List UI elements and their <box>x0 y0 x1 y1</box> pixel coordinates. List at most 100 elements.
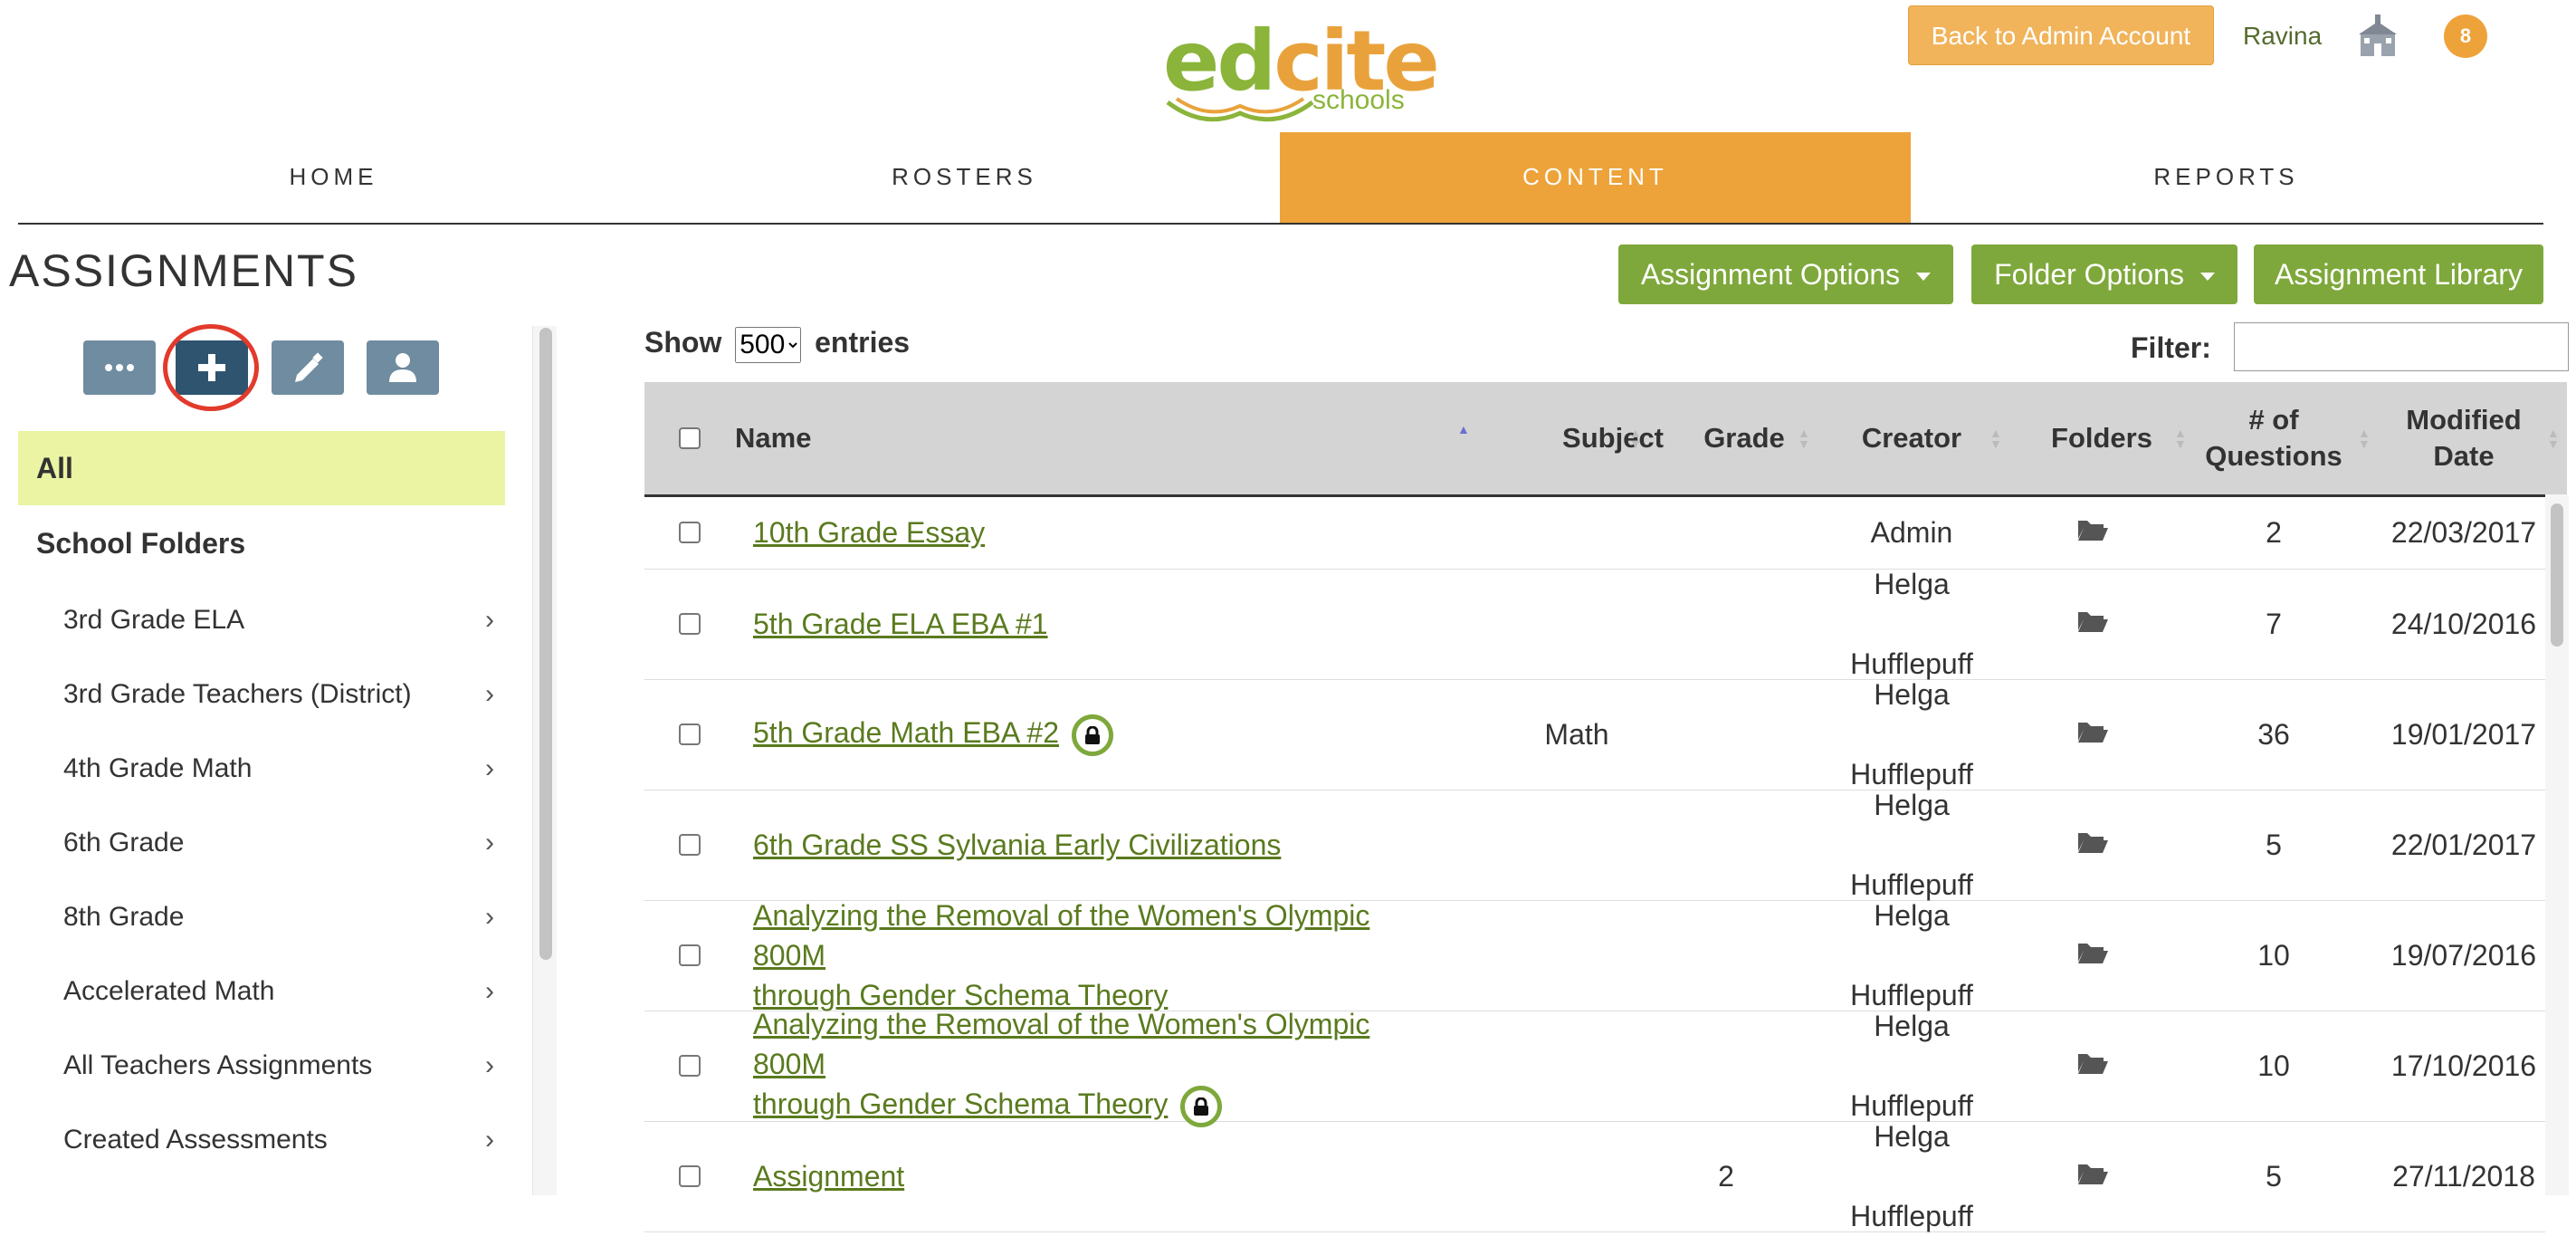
subject-cell <box>1513 900 1640 1011</box>
col-creator-label: Creator <box>1861 422 1962 454</box>
date-cell: 19/01/2017 <box>2390 718 2537 751</box>
folder-open-icon[interactable] <box>2076 1156 2109 1196</box>
folder-open-icon[interactable] <box>2076 935 2109 975</box>
assignment-link[interactable]: 5th Grade ELA EBA #1 <box>753 608 1048 640</box>
row-checkbox[interactable] <box>679 944 701 966</box>
folder-label: 8th Grade <box>63 902 185 932</box>
col-folders[interactable]: Folders <box>2029 382 2174 494</box>
name-cell: 5th Grade Math EBA #2 <box>753 679 1405 790</box>
grade-cell <box>1667 900 1785 1011</box>
col-creator[interactable]: Creator <box>1821 382 2002 494</box>
sort-icon[interactable]: ▲ ▼ <box>2547 426 2560 450</box>
folder-all[interactable]: All <box>18 431 505 505</box>
caret-down-icon <box>2199 273 2215 282</box>
filter-input[interactable] <box>2234 322 2569 371</box>
notification-badge[interactable]: 8 <box>2444 14 2487 58</box>
folder-item[interactable]: 3rd Grade Teachers (District) › <box>63 672 494 717</box>
main-nav: HOME ROSTERS CONTENT REPORTS <box>18 132 2543 225</box>
table-row[interactable]: Analyzing the Removal of the Women's Oly… <box>644 1008 2545 1127</box>
row-checkbox[interactable] <box>679 522 701 543</box>
row-select-cell <box>672 496 708 569</box>
back-to-admin-button[interactable]: Back to Admin Account <box>1908 5 2214 65</box>
logo-subtitle: schools <box>1312 85 1405 115</box>
folder-open-icon[interactable] <box>2076 513 2109 552</box>
table-row[interactable]: 5th Grade ELA EBA #1 Helga Hufflepuff 7 24/1… <box>644 568 2545 680</box>
row-checkbox[interactable] <box>679 723 701 745</box>
subject-cell <box>1513 496 1640 569</box>
folder-open-icon[interactable] <box>2076 1046 2109 1086</box>
school-icon[interactable] <box>2357 13 2399 58</box>
share-user-button[interactable] <box>367 340 439 395</box>
assignment-link[interactable]: Assignment <box>753 1160 904 1193</box>
tab-content[interactable]: CONTENT <box>1280 132 1911 223</box>
folder-label: 4th Grade Math <box>63 753 253 783</box>
chevron-right-icon: › <box>485 1125 494 1155</box>
table-row[interactable]: Assignment 2 Helga Hufflepuff 5 27/11/2018 <box>644 1120 2545 1232</box>
folder-item[interactable]: Created Assessments › <box>63 1117 494 1163</box>
tab-reports[interactable]: REPORTS <box>1911 132 2542 223</box>
col-modified[interactable]: Modified Date <box>2382 382 2545 494</box>
row-checkbox[interactable] <box>679 834 701 856</box>
edit-folder-button[interactable] <box>272 340 344 395</box>
folder-item[interactable]: 6th Grade › <box>63 820 494 866</box>
assignment-link[interactable]: 5th Grade Math EBA #2 <box>753 716 1059 749</box>
folders-cell <box>2029 569 2156 679</box>
edcite-logo[interactable]: edcite schools <box>1163 16 1440 122</box>
col-grade[interactable]: Grade <box>1685 382 1803 494</box>
assignment-link[interactable]: 10th Grade Essay <box>753 516 985 549</box>
sort-icon[interactable]: ▲ ▼ <box>1629 426 1642 450</box>
more-options-button[interactable] <box>83 340 156 395</box>
col-questions[interactable]: # of Questions <box>2192 382 2355 494</box>
col-name[interactable]: Name <box>735 382 1115 494</box>
sort-icon[interactable]: ▲ ▼ <box>1798 426 1810 450</box>
chevron-right-icon: › <box>485 753 494 783</box>
folder-open-icon[interactable] <box>2076 714 2109 754</box>
sort-icon[interactable]: ▲ ▼ <box>1989 426 2002 450</box>
assignment-link[interactable]: 6th Grade SS Sylvania Early Civilization… <box>753 829 1281 861</box>
row-checkbox[interactable] <box>679 613 701 635</box>
folder-item[interactable]: 8th Grade › <box>63 895 494 940</box>
user-name[interactable]: Ravina <box>2243 18 2322 54</box>
sort-asc-icon[interactable]: ▲ <box>1457 423 1470 436</box>
col-folders-label: Folders <box>2051 422 2152 454</box>
pencil-icon <box>295 352 323 382</box>
tab-rosters[interactable]: ROSTERS <box>649 132 1280 223</box>
assignment-link[interactable]: Analyzing the Removal of the Women's Oly… <box>753 1008 1369 1120</box>
folder-item[interactable]: 3rd Grade ELA › <box>63 598 494 643</box>
sort-icon[interactable]: ▲ ▼ <box>2174 426 2187 450</box>
questions-cell: 2 <box>2266 516 2282 549</box>
subject-cell <box>1513 569 1640 679</box>
creator-cell: Helga Hufflepuff <box>1821 568 2002 680</box>
date-cell: 24/10/2016 <box>2390 608 2537 640</box>
subject-cell <box>1513 1011 1640 1121</box>
assignment-library-button[interactable]: Assignment Library <box>2254 244 2543 304</box>
assignment-name-line-1: 6th Grade SS Sylvania Early Civilization… <box>753 829 1282 861</box>
grade-cell <box>1667 790 1785 900</box>
entries-select[interactable]: 500 <box>735 326 802 363</box>
folder-label: 3rd Grade ELA <box>63 605 245 635</box>
table-row[interactable]: 10th Grade Essay Admin 2 22/03/2017 <box>644 496 2545 570</box>
sort-icon[interactable]: ▲ ▼ <box>2358 426 2371 450</box>
col-modified-label-1: Modified <box>2406 404 2522 436</box>
table-scrollbar-thumb[interactable] <box>2551 503 2563 647</box>
table-row[interactable]: 5th Grade Math EBA #2 Math Helga Hufflepuff… <box>644 678 2545 790</box>
folder-open-icon[interactable] <box>2076 825 2109 865</box>
folder-label: 3rd Grade Teachers (District) <box>63 679 412 709</box>
table-row[interactable]: Analyzing the Removal of the Women's Oly… <box>644 899 2545 1011</box>
questions-cell: 10 <box>2257 1049 2290 1082</box>
select-all-checkbox[interactable] <box>679 427 701 449</box>
sidebar-scrollbar-thumb[interactable] <box>539 328 552 960</box>
row-checkbox[interactable] <box>679 1055 701 1077</box>
col-subject[interactable]: Subject <box>1550 382 1676 494</box>
folder-item[interactable]: 4th Grade Math › <box>63 746 494 791</box>
folder-item[interactable]: All Teachers Assignments › <box>63 1043 494 1088</box>
row-checkbox[interactable] <box>679 1165 701 1187</box>
tab-home[interactable]: HOME <box>18 132 649 223</box>
folder-item[interactable]: Accelerated Math › <box>63 969 494 1014</box>
folder-options-button[interactable]: Folder Options <box>1971 244 2237 304</box>
assignment-options-label: Assignment Options <box>1640 258 1901 291</box>
folder-open-icon[interactable] <box>2076 604 2109 644</box>
table-row[interactable]: 6th Grade SS Sylvania Early Civilization… <box>644 789 2545 901</box>
assignment-link[interactable]: Analyzing the Removal of the Women's Oly… <box>753 899 1369 1011</box>
assignment-options-button[interactable]: Assignment Options <box>1618 244 1953 304</box>
